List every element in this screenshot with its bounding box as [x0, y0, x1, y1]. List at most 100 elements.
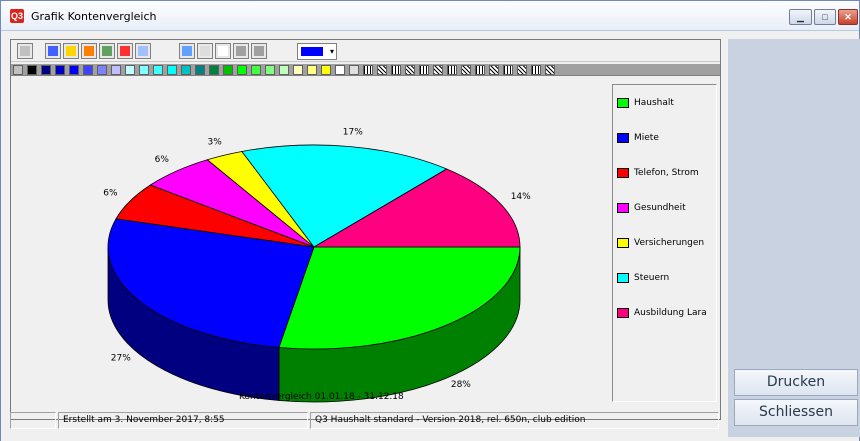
pattern-swatch[interactable] [461, 65, 471, 75]
color-palette [11, 64, 720, 76]
palette-swatch[interactable] [27, 65, 37, 75]
legend-swatch [617, 98, 629, 108]
3d-toggle-icon [182, 46, 192, 56]
palette-swatch[interactable] [111, 65, 121, 75]
color-dropdown[interactable]: ▾ [297, 43, 337, 60]
line-chart-icon [102, 46, 112, 56]
palette-swatch[interactable] [181, 65, 191, 75]
minimize-button[interactable]: ▁ [789, 9, 812, 25]
hbar-chart-button[interactable] [63, 43, 79, 59]
slice-percent-label: 14% [511, 192, 531, 202]
palette-swatch[interactable] [69, 65, 79, 75]
pattern-swatch[interactable] [489, 65, 499, 75]
palette-swatch[interactable] [83, 65, 93, 75]
close-icon: ✕ [844, 12, 852, 22]
palette-swatch[interactable] [195, 65, 205, 75]
palette-swatch[interactable] [265, 65, 275, 75]
pattern-swatch[interactable] [545, 65, 555, 75]
palette-swatch[interactable] [125, 65, 135, 75]
palette-swatch[interactable] [321, 65, 331, 75]
close-window-button[interactable]: ✕ [838, 9, 858, 25]
legend-entry: Haushalt [617, 97, 717, 111]
bar-chart-icon [84, 46, 94, 56]
status-cell-empty [10, 412, 56, 429]
legend-swatch [617, 133, 629, 143]
app-window: Q3 Grafik Kontenvergleich ▁ □ ✕ Drucken … [0, 0, 860, 441]
palette-swatch[interactable] [167, 65, 177, 75]
line-chart-button[interactable] [99, 43, 115, 59]
blank-a-icon [236, 46, 246, 56]
selected-color-swatch [301, 47, 323, 56]
status-created: Erstellt am 3. November 2017, 8:55 [58, 412, 308, 429]
document-icon [218, 46, 228, 56]
palette-swatch[interactable] [41, 65, 51, 75]
pattern-swatch[interactable] [391, 65, 401, 75]
slice-percent-label: 3% [207, 137, 222, 147]
legend-label: Ausbildung Lara [634, 308, 707, 318]
palette-swatch[interactable] [307, 65, 317, 75]
legend-entry: Steuern [617, 272, 717, 286]
chart-legend: Haushalt Miete Telefon, Strom Gesundheit Ver… [612, 84, 717, 402]
palette-swatch[interactable] [251, 65, 261, 75]
legend-entry: Ausbildung Lara [617, 307, 717, 321]
chart-title: Kontenvergleich 01.01.18 - 31.12.18 [239, 392, 404, 402]
hbar-chart-icon [66, 46, 76, 56]
slice-percent-label: 17% [343, 128, 363, 138]
pattern-swatch[interactable] [377, 65, 387, 75]
palette-swatch[interactable] [223, 65, 233, 75]
legend-entry: Versicherungen [617, 237, 717, 251]
maximize-button[interactable]: □ [814, 9, 836, 25]
slice-percent-label: 28% [451, 380, 471, 390]
palette-swatch[interactable] [293, 65, 303, 75]
legend-swatch [617, 203, 629, 213]
blank-a-button[interactable] [233, 43, 249, 59]
legend-swatch [617, 168, 629, 178]
blank-b-button[interactable] [251, 43, 267, 59]
pattern-swatch[interactable] [503, 65, 513, 75]
status-version: Q3 Haushalt standard - Version 2018, rel… [310, 412, 719, 429]
legend-swatch [617, 273, 629, 283]
pattern-swatch[interactable] [363, 65, 373, 75]
pattern-swatch[interactable] [405, 65, 415, 75]
palette-swatch[interactable] [13, 65, 23, 75]
pie-chart-button[interactable] [117, 43, 133, 59]
3d-toggle-button[interactable] [179, 43, 195, 59]
pattern-swatch[interactable] [531, 65, 541, 75]
slice-percent-label: 27% [111, 354, 131, 364]
pattern-swatch[interactable] [433, 65, 443, 75]
print-button[interactable]: Drucken [734, 369, 858, 396]
close-button[interactable]: Schliessen [734, 399, 858, 426]
pattern-swatch[interactable] [475, 65, 485, 75]
legend-label: Gesundheit [634, 203, 686, 213]
scatter-chart-button[interactable] [135, 43, 151, 59]
palette-swatch[interactable] [55, 65, 65, 75]
palette-swatch[interactable] [335, 65, 345, 75]
pie-chart: 28% 27% 6% 6% 3% 17% 14% [103, 128, 531, 403]
pie-chart-icon [120, 46, 130, 56]
status-bar: Erstellt am 3. November 2017, 8:55 Q3 Ha… [10, 412, 721, 430]
blank-b-icon [254, 46, 264, 56]
maximize-icon: □ [822, 12, 828, 22]
camera-button[interactable] [17, 43, 33, 59]
palette-swatch[interactable] [97, 65, 107, 75]
area-chart-button[interactable] [45, 43, 61, 59]
grid-button[interactable] [197, 43, 213, 59]
legend-entry: Telefon, Strom [617, 167, 717, 181]
palette-swatch[interactable] [153, 65, 163, 75]
pattern-swatch[interactable] [517, 65, 527, 75]
legend-entry: Miete [617, 132, 717, 146]
bar-chart-button[interactable] [81, 43, 97, 59]
minimize-icon: ▁ [797, 12, 804, 22]
palette-swatch[interactable] [279, 65, 289, 75]
titlebar: Q3 Grafik Kontenvergleich ▁ □ ✕ [1, 1, 859, 31]
document-button[interactable] [215, 43, 231, 59]
pattern-swatch[interactable] [447, 65, 457, 75]
palette-swatch[interactable] [349, 65, 359, 75]
palette-swatch[interactable] [139, 65, 149, 75]
scatter-chart-icon [138, 46, 148, 56]
palette-swatch[interactable] [237, 65, 247, 75]
grid-icon [200, 46, 210, 56]
pattern-swatch[interactable] [419, 65, 429, 75]
legend-label: Miete [634, 133, 659, 143]
palette-swatch[interactable] [209, 65, 219, 75]
